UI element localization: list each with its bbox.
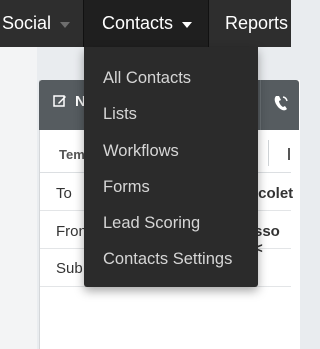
to-value[interactable]: icolet: [254, 185, 293, 202]
top-navigation-bar: Social Contacts Reports: [0, 0, 291, 47]
nav-reports-label: Reports: [225, 13, 289, 33]
nav-social-label: Social: [2, 13, 52, 33]
tab-marker: [288, 148, 290, 160]
subject-label: Sub: [56, 260, 83, 277]
menu-item-contacts-settings[interactable]: Contacts Settings: [103, 250, 232, 269]
contacts-dropdown-menu: All Contacts Lists Workflows Forms Lead …: [84, 47, 258, 287]
nav-contacts[interactable]: Contacts: [84, 0, 208, 47]
chevron-down-icon: [182, 21, 193, 28]
menu-item-all-contacts[interactable]: All Contacts: [103, 69, 191, 88]
nav-contacts-label: Contacts: [102, 13, 174, 33]
chevron-down-icon: [60, 21, 71, 28]
from-label: Fron: [56, 223, 87, 240]
menu-item-lead-scoring[interactable]: Lead Scoring: [103, 214, 200, 233]
menu-item-lists[interactable]: Lists: [103, 105, 137, 124]
left-sidebar-strip: [0, 47, 37, 349]
nav-reports[interactable]: Reports: [208, 0, 298, 47]
menu-item-workflows[interactable]: Workflows: [103, 142, 179, 161]
phone-icon[interactable]: [273, 94, 289, 112]
edit-icon: [53, 95, 66, 107]
menu-item-forms[interactable]: Forms: [103, 178, 150, 197]
to-label: To: [56, 185, 72, 202]
nav-social[interactable]: Social: [0, 0, 84, 47]
template-tab[interactable]: Tem: [59, 147, 85, 162]
header-divider: [260, 80, 261, 130]
tab-divider: [268, 140, 269, 166]
